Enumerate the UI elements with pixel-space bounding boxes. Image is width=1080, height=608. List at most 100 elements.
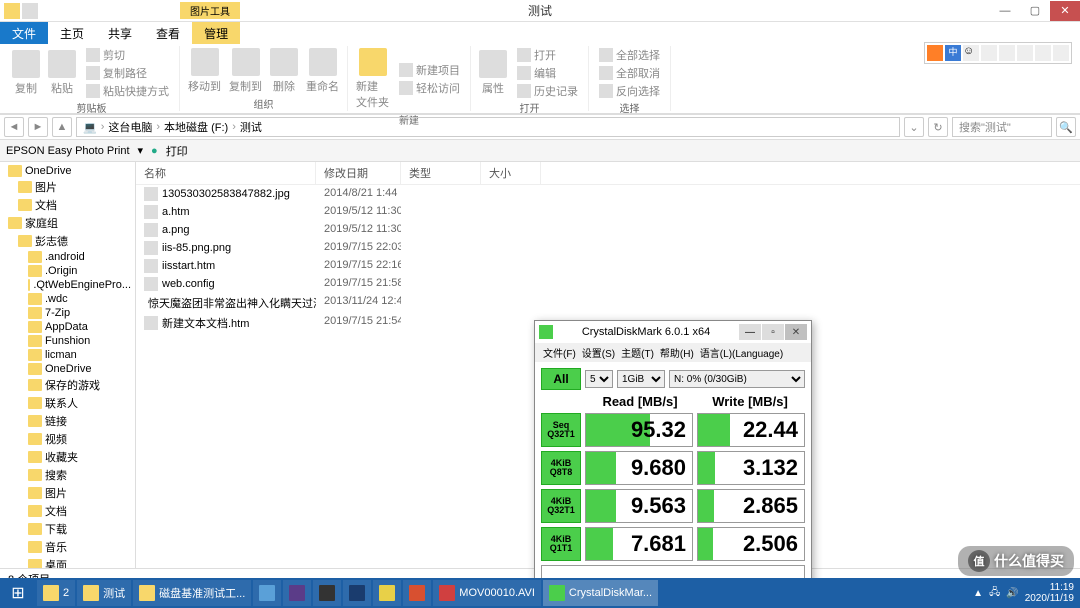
tab-home[interactable]: 主页 <box>48 22 96 44</box>
tab-view[interactable]: 查看 <box>144 22 192 44</box>
breadcrumb-item[interactable]: 本地磁盘 (F:) <box>164 119 228 135</box>
print-button[interactable]: 打印 <box>166 143 188 159</box>
rename-button[interactable]: 重命名 <box>304 46 341 96</box>
tree-item[interactable]: .QtWebEnginePro... <box>0 278 135 292</box>
forward-button[interactable]: ► <box>28 117 48 137</box>
tree-item[interactable]: 收藏夹 <box>0 448 135 466</box>
copy-path-button[interactable]: 复制路径 <box>82 64 173 82</box>
maximize-button[interactable]: ▢ <box>1020 1 1050 21</box>
cdm-menu-item[interactable]: 语言(L)(Language) <box>698 345 785 360</box>
file-row[interactable]: 130530302583847882.jpg2014/8/21 1:44 <box>136 185 1080 203</box>
cdm-minimize[interactable]: — <box>739 324 761 340</box>
move-to-button[interactable]: 移动到 <box>186 46 223 96</box>
cdm-close[interactable]: ✕ <box>785 324 807 340</box>
ime-icon[interactable] <box>1017 45 1033 61</box>
history-button[interactable]: 历史记录 <box>513 82 582 100</box>
taskbar-clock[interactable]: 11:19 2020/11/19 <box>1025 582 1074 604</box>
tree-item[interactable]: 文档 <box>0 502 135 520</box>
cdm-size-select[interactable]: 1GiB <box>617 370 665 388</box>
search-icon[interactable]: 🔍 <box>1056 117 1076 137</box>
paste-button[interactable]: 粘贴 <box>46 48 78 98</box>
taskbar-item[interactable]: CrystalDiskMar... <box>543 580 658 606</box>
file-row[interactable]: a.htm2019/5/12 11:30 <box>136 203 1080 221</box>
new-item-button[interactable]: 新建项目 <box>395 61 464 79</box>
cdm-test-button[interactable]: 4KiBQ8T8 <box>541 451 581 485</box>
tab-manage[interactable]: 管理 <box>192 22 240 44</box>
paste-shortcut-button[interactable]: 粘贴快捷方式 <box>82 82 173 100</box>
up-button[interactable]: ▲ <box>52 117 72 137</box>
ime-icon[interactable] <box>1053 45 1069 61</box>
tree-item[interactable]: OneDrive <box>0 362 135 376</box>
cdm-all-button[interactable]: All <box>541 368 581 390</box>
tree-item[interactable]: 链接 <box>0 412 135 430</box>
tree-item[interactable]: licman <box>0 348 135 362</box>
taskbar-item[interactable] <box>403 580 431 606</box>
tab-share[interactable]: 共享 <box>96 22 144 44</box>
qat-icon[interactable] <box>22 3 38 19</box>
cdm-titlebar[interactable]: CrystalDiskMark 6.0.1 x64 — ▫ ✕ <box>535 321 811 343</box>
cdm-maximize[interactable]: ▫ <box>762 324 784 340</box>
col-type[interactable]: 类型 <box>401 162 481 184</box>
invert-selection-button[interactable]: 反向选择 <box>595 82 664 100</box>
edit-button[interactable]: 编辑 <box>513 64 582 82</box>
ime-toolbar[interactable]: 中 ☺ <box>924 42 1072 64</box>
refresh-button[interactable]: ↻ <box>928 117 948 137</box>
taskbar-item[interactable]: MOV00010.AVI <box>433 580 541 606</box>
cdm-runs-select[interactable]: 5 <box>585 370 613 388</box>
ime-icon[interactable] <box>1035 45 1051 61</box>
cdm-menu-item[interactable]: 文件(F) <box>541 345 578 360</box>
copy-button[interactable]: 复制 <box>10 48 42 98</box>
navigation-tree[interactable]: OneDrive图片文档家庭组彭志德.android.Origin.QtWebE… <box>0 162 136 568</box>
ime-icon[interactable] <box>999 45 1015 61</box>
tray-icon[interactable]: 🔊 <box>1006 588 1018 599</box>
search-input[interactable]: 搜索"测试" <box>952 117 1052 137</box>
tree-item[interactable]: 文档 <box>0 196 135 214</box>
tree-item[interactable]: .android <box>0 250 135 264</box>
cdm-menu-item[interactable]: 设置(S) <box>580 345 617 360</box>
cdm-menu-item[interactable]: 主题(T) <box>619 345 656 360</box>
minimize-button[interactable]: — <box>990 1 1020 21</box>
tree-item[interactable]: 7-Zip <box>0 306 135 320</box>
file-row[interactable]: iisstart.htm2019/7/15 22:16 <box>136 257 1080 275</box>
tree-item[interactable]: 图片 <box>0 484 135 502</box>
open-button[interactable]: 打开 <box>513 46 582 64</box>
file-row[interactable]: a.png2019/5/12 11:30 <box>136 221 1080 239</box>
taskbar-item[interactable]: 测试 <box>77 580 131 606</box>
col-date[interactable]: 修改日期 <box>316 162 401 184</box>
column-headers[interactable]: 名称 修改日期 类型 大小 <box>136 162 1080 185</box>
new-folder-button[interactable]: 新建 文件夹 <box>354 46 391 112</box>
select-all-button[interactable]: 全部选择 <box>595 46 664 64</box>
tree-item[interactable]: Funshion <box>0 334 135 348</box>
col-size[interactable]: 大小 <box>481 162 541 184</box>
crystaldiskmark-window[interactable]: CrystalDiskMark 6.0.1 x64 — ▫ ✕ 文件(F)设置(… <box>534 320 812 592</box>
cdm-test-button[interactable]: SeqQ32T1 <box>541 413 581 447</box>
tree-item[interactable]: .wdc <box>0 292 135 306</box>
copy-to-button[interactable]: 复制到 <box>227 46 264 96</box>
start-button[interactable]: ⊞ <box>0 578 36 608</box>
taskbar-item[interactable]: 磁盘基准测试工... <box>133 580 251 606</box>
tree-item[interactable]: 联系人 <box>0 394 135 412</box>
breadcrumb-item[interactable]: 这台电脑 <box>108 119 152 135</box>
select-none-button[interactable]: 全部取消 <box>595 64 664 82</box>
tree-item[interactable]: 下载 <box>0 520 135 538</box>
ime-icon[interactable] <box>981 45 997 61</box>
breadcrumb[interactable]: 💻 › 这台电脑› 本地磁盘 (F:)› 测试 <box>76 117 900 137</box>
ime-mode[interactable]: 中 <box>945 45 961 61</box>
tree-item[interactable]: 彭志德 <box>0 232 135 250</box>
tree-item[interactable]: 视频 <box>0 430 135 448</box>
tray-icon[interactable]: ▲ <box>973 588 983 599</box>
tree-item[interactable]: .Origin <box>0 264 135 278</box>
cdm-test-button[interactable]: 4KiBQ1T1 <box>541 527 581 561</box>
file-row[interactable]: 惊天魔盗团非常盗出神入化瞒天过海看到...2013/11/24 12:4 <box>136 293 1080 313</box>
taskbar-item[interactable] <box>373 580 401 606</box>
sogou-icon[interactable] <box>927 45 943 61</box>
delete-button[interactable]: 删除 <box>268 46 300 96</box>
tree-item[interactable]: 图片 <box>0 178 135 196</box>
taskbar-item[interactable]: 2 <box>37 580 75 606</box>
taskbar-item[interactable] <box>343 580 371 606</box>
tree-item[interactable]: AppData <box>0 320 135 334</box>
tree-item[interactable]: OneDrive <box>0 164 135 178</box>
tree-item[interactable]: 家庭组 <box>0 214 135 232</box>
close-button[interactable]: ✕ <box>1050 1 1080 21</box>
taskbar-item[interactable] <box>283 580 311 606</box>
